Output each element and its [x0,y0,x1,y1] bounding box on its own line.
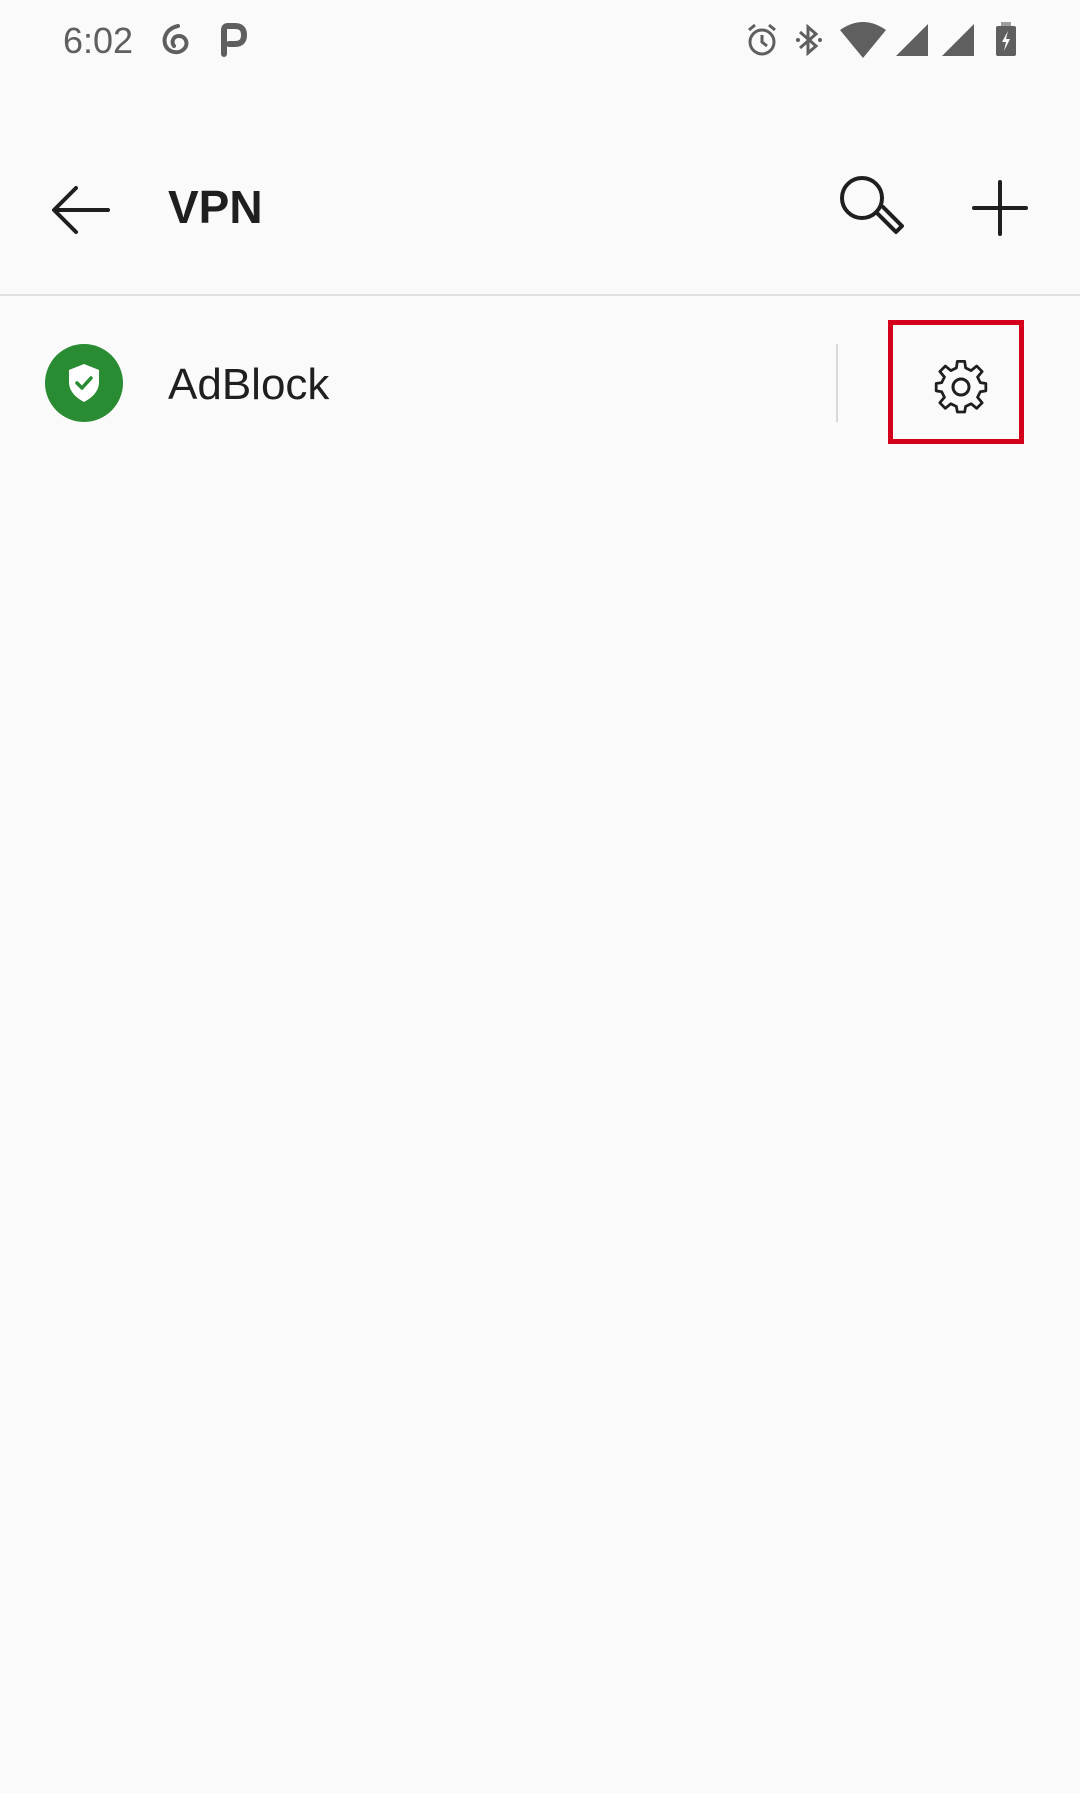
back-button[interactable] [40,170,120,250]
vpn-name: AdBlock [168,360,330,409]
row-separator [836,344,838,422]
bluetooth-icon [794,20,824,65]
netease-music-icon [158,20,192,65]
status-time: 6:02 [63,20,134,61]
add-button[interactable] [960,168,1040,248]
vpn-settings-button[interactable] [888,320,1024,444]
search-button[interactable] [832,168,912,248]
empty-content-area [0,470,1080,1793]
header-divider [0,294,1080,296]
status-bar: 6:02 [0,0,1080,84]
shield-check-icon [45,344,123,422]
vpn-list-item[interactable]: AdBlock [0,298,1080,470]
plus-icon [960,180,1040,252]
parking-p-icon [218,20,248,65]
arrow-back-icon [40,186,120,254]
battery-charging-icon [994,20,1018,65]
search-icon [832,176,912,252]
alarm-icon [744,20,780,65]
wifi-icon [838,20,888,65]
app-bar: VPN [0,84,1080,294]
page-title: VPN [168,181,263,233]
signal-icon-2 [940,20,976,65]
signal-icon [894,20,930,65]
